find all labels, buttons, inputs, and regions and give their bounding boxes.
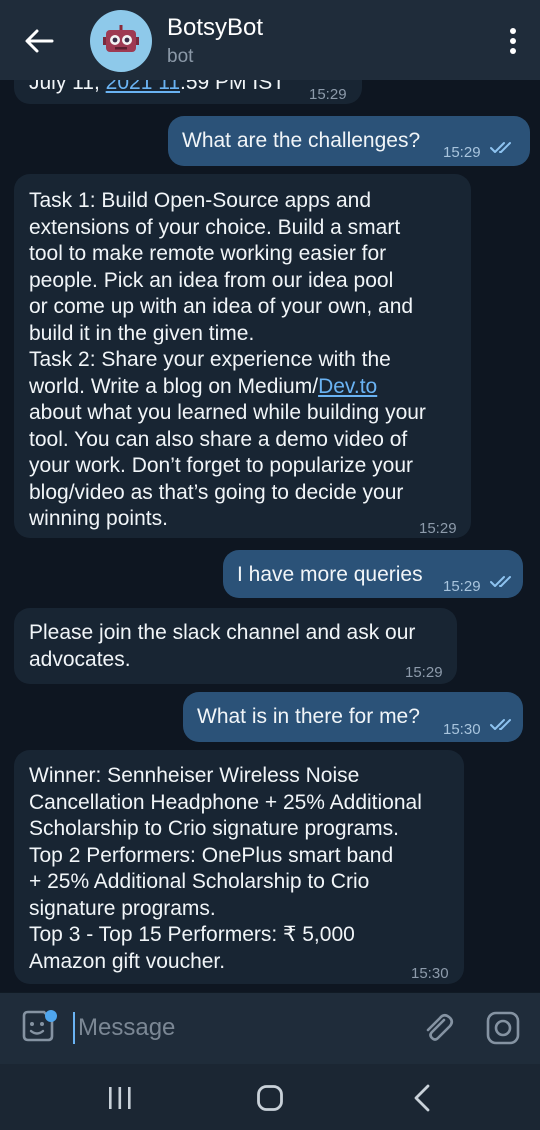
message-text: Please join the slack channel and ask ou… <box>29 621 416 671</box>
back-arrow-icon[interactable] <box>22 24 56 58</box>
message-link[interactable]: 2021 11 <box>106 80 180 94</box>
double-check-icon <box>490 576 511 587</box>
message-list[interactable]: July 11, 2021 11:59 PM IST 15:29 What ar… <box>0 80 540 992</box>
outgoing-message[interactable]: I have more queries 15:29 <box>223 550 523 598</box>
paperclip-icon[interactable] <box>420 1010 456 1046</box>
chat-title[interactable]: BotsyBot <box>167 14 263 42</box>
message-text: Winner: Sennheiser Wireless Noise Cancel… <box>29 764 422 973</box>
message-time: 15:29 <box>419 520 457 537</box>
home-icon[interactable] <box>256 1084 284 1112</box>
chat-header: BotsyBot bot <box>0 0 540 80</box>
message-input[interactable]: Message <box>78 1014 175 1042</box>
more-options-icon[interactable] <box>508 28 518 54</box>
devto-link[interactable]: Dev.to <box>318 375 377 398</box>
recent-apps-icon[interactable] <box>106 1086 134 1110</box>
text-cursor <box>73 1012 75 1044</box>
incoming-message[interactable]: Winner: Sennheiser Wireless Noise Cancel… <box>14 750 464 984</box>
message-time: 15:29 <box>405 664 443 681</box>
nav-back-icon[interactable] <box>410 1084 434 1112</box>
bot-avatar[interactable] <box>90 10 152 72</box>
message-time: 15:29 <box>309 86 347 103</box>
outgoing-message[interactable]: What is in there for me? 15:30 <box>183 692 523 742</box>
message-time: 15:29 <box>443 144 481 161</box>
message-text: What are the challenges? <box>182 129 421 152</box>
robot-icon <box>103 25 139 52</box>
message-time: 15:30 <box>411 965 449 982</box>
incoming-message[interactable]: July 11, 2021 11:59 PM IST 15:29 <box>14 80 362 104</box>
message-text: I have more queries <box>237 563 423 586</box>
outgoing-message[interactable]: What are the challenges? 15:29 <box>168 116 530 166</box>
message-text: What is in there for me? <box>197 705 420 728</box>
chat-subtitle: bot <box>167 46 194 67</box>
incoming-message[interactable]: Please join the slack channel and ask ou… <box>14 608 457 684</box>
message-text: Task 1: Build Open-Source apps and exten… <box>29 189 426 530</box>
message-text: July 11, 2021 11:59 PM IST <box>29 80 285 97</box>
double-check-icon <box>490 719 511 730</box>
sticker-emoji-icon[interactable] <box>20 1008 60 1048</box>
message-time: 15:30 <box>443 721 481 738</box>
incoming-message[interactable]: Task 1: Build Open-Source apps and exten… <box>14 174 471 538</box>
double-check-icon <box>490 142 511 153</box>
message-time: 15:29 <box>443 578 481 595</box>
camera-icon[interactable] <box>485 1010 521 1046</box>
